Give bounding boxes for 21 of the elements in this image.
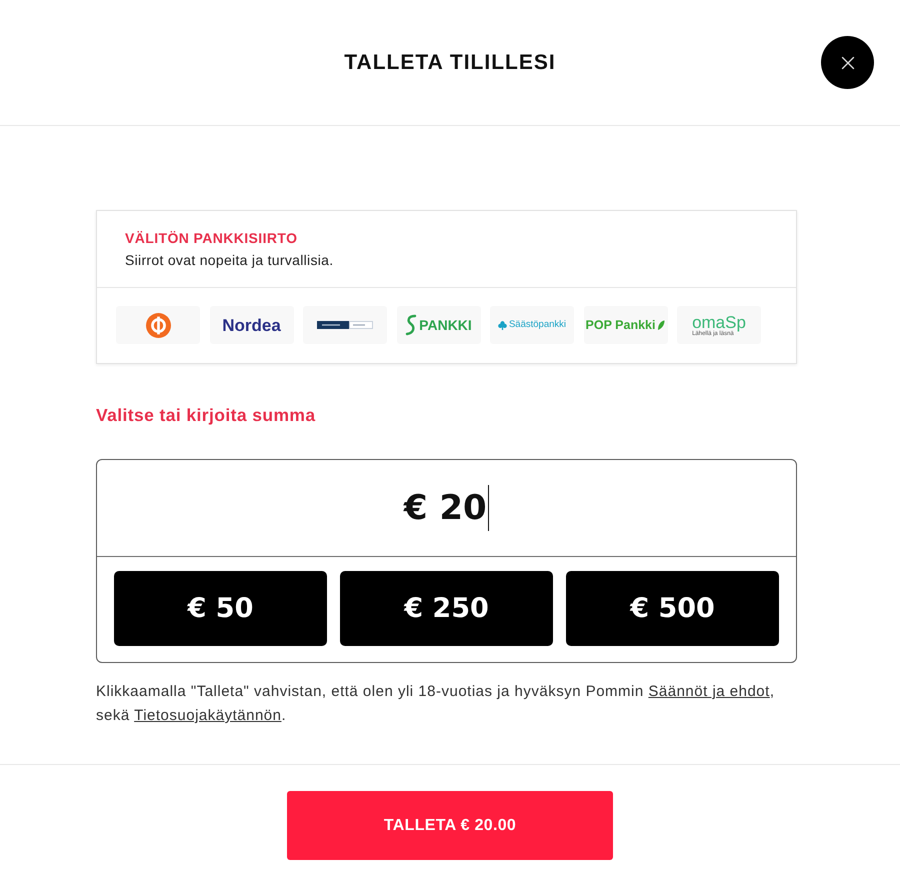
deposit-button[interactable]: TALLETA € 20.00 bbox=[287, 791, 613, 860]
flower-logo-icon bbox=[498, 320, 507, 330]
bank-name: omaSp bbox=[692, 314, 746, 330]
bank-name: POP Pankki bbox=[586, 318, 656, 332]
terms-link[interactable]: Säännöt ja ehdot bbox=[648, 683, 770, 700]
amount-button[interactable]: € 50 bbox=[114, 571, 327, 646]
bank-name: Säästöpankki bbox=[508, 320, 566, 330]
method-title: VÄLITÖN PANKKISIIRTO bbox=[125, 230, 298, 246]
bank-name: PANKKI bbox=[419, 318, 472, 332]
method-subtitle: Siirrot ovat nopeita ja turvallisia. bbox=[125, 252, 334, 268]
bank-name: Nordea bbox=[222, 316, 281, 334]
leaf-icon bbox=[657, 320, 666, 330]
modal-title: TALLETA TILILLESI bbox=[344, 50, 556, 74]
amount-button[interactable]: € 250 bbox=[340, 571, 553, 646]
swoosh-logo-icon bbox=[405, 314, 418, 336]
terms-text: Klikkaamalla "Talleta" vahvistan, että olen yli 18-vuotias ja hyväksyn Pommin Säännöt ja ehdot, sekä Tietosuojakäytännön. bbox=[96, 682, 776, 726]
amount-heading: Valitse tai kirjoita summa bbox=[96, 405, 317, 426]
amount-button[interactable]: € 500 bbox=[566, 571, 779, 646]
privacy-link[interactable]: Tietosuojakäytännön bbox=[134, 707, 282, 724]
amount-field[interactable]: € 20 bbox=[97, 460, 796, 557]
close-button[interactable] bbox=[821, 36, 874, 89]
